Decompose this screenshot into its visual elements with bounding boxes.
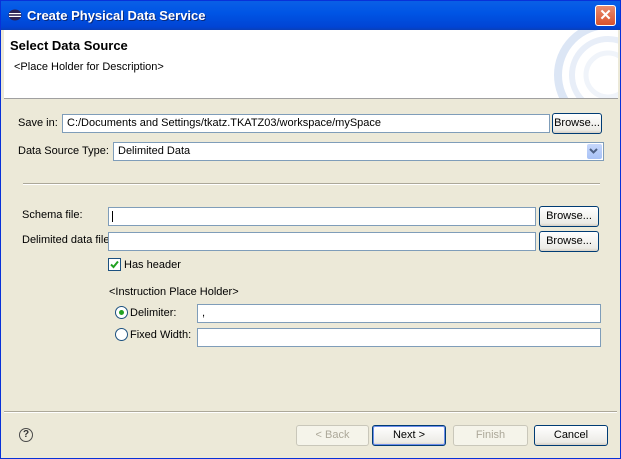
wizard-window: Create Physical Data Service ✕ Select Da…	[0, 0, 621, 459]
check-icon	[110, 260, 119, 269]
schema-file-input[interactable]	[108, 207, 536, 226]
data-source-type-label: Data Source Type:	[18, 145, 109, 157]
schema-file-browse-button[interactable]: Browse...	[539, 206, 599, 227]
close-button[interactable]: ✕	[595, 5, 616, 26]
save-in-label: Save in:	[18, 117, 58, 129]
delimiter-radio[interactable]	[115, 306, 128, 319]
chevron-down-icon[interactable]	[587, 144, 602, 159]
instruction-text: <Instruction Place Holder>	[109, 286, 239, 298]
save-in-field[interactable]: C:/Documents and Settings/tkatz.TKATZ03/…	[62, 114, 550, 133]
fixed-width-input[interactable]	[197, 328, 601, 347]
text-cursor	[112, 211, 113, 222]
section-separator	[23, 183, 600, 185]
delimiter-label: Delimiter:	[130, 307, 177, 319]
delimited-file-input[interactable]	[108, 232, 536, 251]
finish-button[interactable]: Finish	[453, 425, 528, 446]
data-source-type-value: Delimited Data	[118, 145, 191, 157]
data-source-type-select[interactable]: Delimited Data	[113, 142, 604, 161]
delimited-file-browse-button[interactable]: Browse...	[539, 231, 599, 252]
cancel-button[interactable]: Cancel	[534, 425, 608, 446]
header-banner-graphic	[554, 30, 618, 98]
has-header-checkbox[interactable]	[108, 258, 121, 271]
wizard-header: Select Data Source <Place Holder for Des…	[4, 30, 618, 99]
schema-file-label: Schema file:	[22, 209, 83, 221]
footer-separator	[4, 411, 617, 413]
help-icon[interactable]: ?	[19, 428, 33, 442]
delimited-file-label: Delimited data file:	[22, 234, 113, 246]
radio-selected-dot	[119, 310, 124, 315]
fixed-width-label: Fixed Width:	[130, 329, 192, 341]
title-bar[interactable]: Create Physical Data Service ✕	[1, 1, 620, 30]
window-title: Create Physical Data Service	[27, 8, 206, 23]
eclipse-icon	[8, 9, 22, 21]
close-icon: ✕	[599, 7, 612, 24]
fixed-width-radio[interactable]	[115, 328, 128, 341]
save-in-browse-button[interactable]: Browse...	[552, 113, 602, 134]
page-description: <Place Holder for Description>	[14, 61, 164, 73]
delimiter-input[interactable]: ,	[197, 304, 601, 323]
page-title: Select Data Source	[10, 38, 128, 53]
next-button[interactable]: Next >	[372, 425, 446, 446]
has-header-label: Has header	[124, 259, 181, 271]
back-button[interactable]: < Back	[296, 425, 369, 446]
